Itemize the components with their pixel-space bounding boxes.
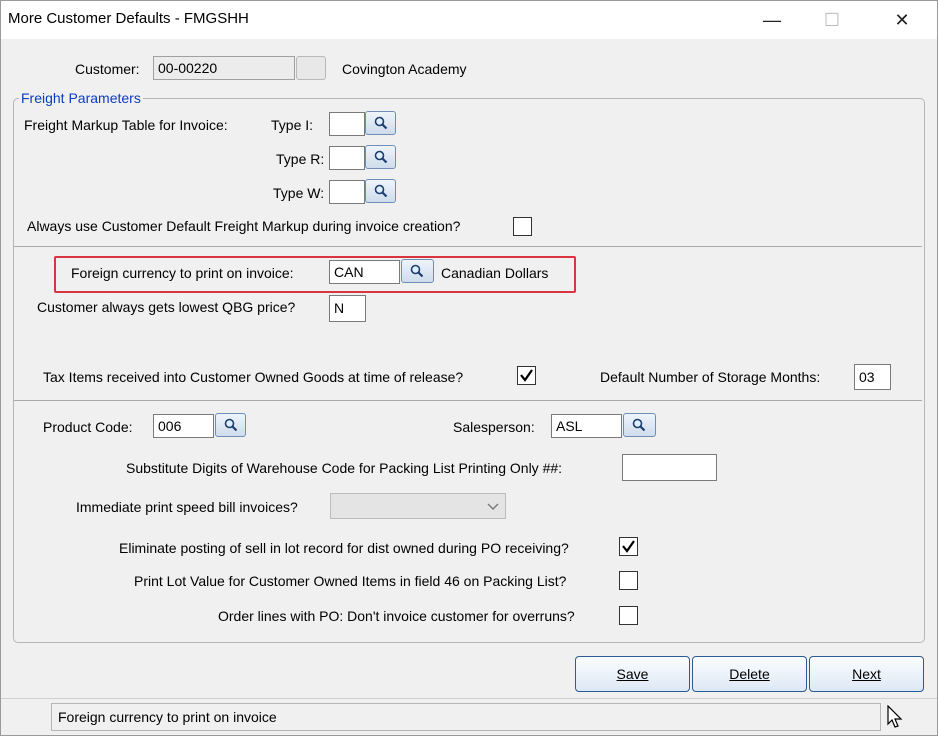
customer-code-field: 00-00220 [153,56,295,80]
window-title: More Customer Defaults - FMGSHH [8,10,249,27]
freight-markup-label: Freight Markup Table for Invoice: [24,117,228,133]
next-label: Next [852,666,881,682]
type-w-label: Type W: [273,185,325,201]
currency-label: Foreign currency to print on invoice: [71,265,294,281]
divider [14,400,922,401]
customer-label: Customer: [75,61,140,77]
checkmark-icon [520,369,533,382]
maximize-icon: ☐ [823,10,841,30]
eliminate-posting-label: Eliminate posting of sell in lot record … [119,540,569,556]
magnifier-icon [410,264,424,278]
type-w-input[interactable] [329,180,365,204]
eliminate-posting-checkbox[interactable] [619,537,638,556]
overruns-checkbox[interactable] [619,606,638,625]
close-icon: ✕ [894,10,910,30]
customer-lookup-button [296,56,326,80]
currency-description: Canadian Dollars [441,265,549,281]
lot-value-label: Print Lot Value for Customer Owned Items… [134,573,567,589]
type-r-lookup-button[interactable] [365,145,396,169]
maximize-button[interactable]: ☐ [809,1,855,39]
customer-name: Covington Academy [342,61,467,77]
mouse-cursor-icon [887,705,903,728]
lot-value-checkbox[interactable] [619,571,638,590]
qbg-label: Customer always gets lowest QBG price? [37,299,296,315]
delete-button[interactable]: Delete [692,656,807,692]
magnifier-icon [632,418,646,432]
overruns-label: Order lines with PO: Don't invoice custo… [218,608,575,624]
type-r-input[interactable] [329,146,365,170]
freight-parameters-title: Freight Parameters [19,90,143,106]
save-label: Save [616,666,649,682]
product-code-lookup-button[interactable] [215,413,246,437]
warehouse-code-label: Substitute Digits of Warehouse Code for … [126,460,563,476]
title-bar: More Customer Defaults - FMGSHH — ☐ ✕ [1,1,937,39]
status-text: Foreign currency to print on invoice [51,703,881,731]
warehouse-code-input[interactable] [622,454,717,481]
chevron-down-icon [487,503,499,510]
type-i-lookup-button[interactable] [365,111,396,135]
tax-items-checkbox[interactable] [517,366,536,385]
currency-lookup-button[interactable] [401,259,434,283]
type-i-input[interactable] [329,112,365,136]
minimize-icon: — [763,10,781,30]
magnifier-icon [374,184,388,198]
close-button[interactable]: ✕ [879,1,925,39]
always-default-markup-label: Always use Customer Default Freight Mark… [27,218,461,234]
qbg-input[interactable]: N [329,295,366,322]
speed-bill-dropdown [330,493,506,519]
salesperson-input[interactable]: ASL [551,414,622,438]
salesperson-label: Salesperson: [453,419,535,435]
currency-input[interactable]: CAN [329,260,400,284]
storage-months-input[interactable]: 03 [854,364,891,390]
product-code-input[interactable]: 006 [153,414,214,438]
always-default-markup-checkbox[interactable] [513,217,532,236]
magnifier-icon [374,150,388,164]
type-w-lookup-button[interactable] [365,179,396,203]
status-bar: Foreign currency to print on invoice [1,698,937,735]
dialog-window: More Customer Defaults - FMGSHH — ☐ ✕ Cu… [0,0,938,736]
save-button[interactable]: Save [575,656,690,692]
product-code-label: Product Code: [43,419,133,435]
minimize-button[interactable]: — [749,1,795,39]
salesperson-lookup-button[interactable] [623,413,656,437]
magnifier-icon [374,116,388,130]
checkmark-icon [622,540,635,553]
speed-bill-label: Immediate print speed bill invoices? [76,499,298,515]
storage-months-label: Default Number of Storage Months: [600,369,821,385]
type-i-label: Type I: [271,117,314,133]
delete-label: Delete [729,666,770,682]
next-button[interactable]: Next [809,656,924,692]
magnifier-icon [224,418,238,432]
divider [14,246,922,247]
tax-items-label: Tax Items received into Customer Owned G… [43,369,464,385]
type-r-label: Type R: [276,151,325,167]
